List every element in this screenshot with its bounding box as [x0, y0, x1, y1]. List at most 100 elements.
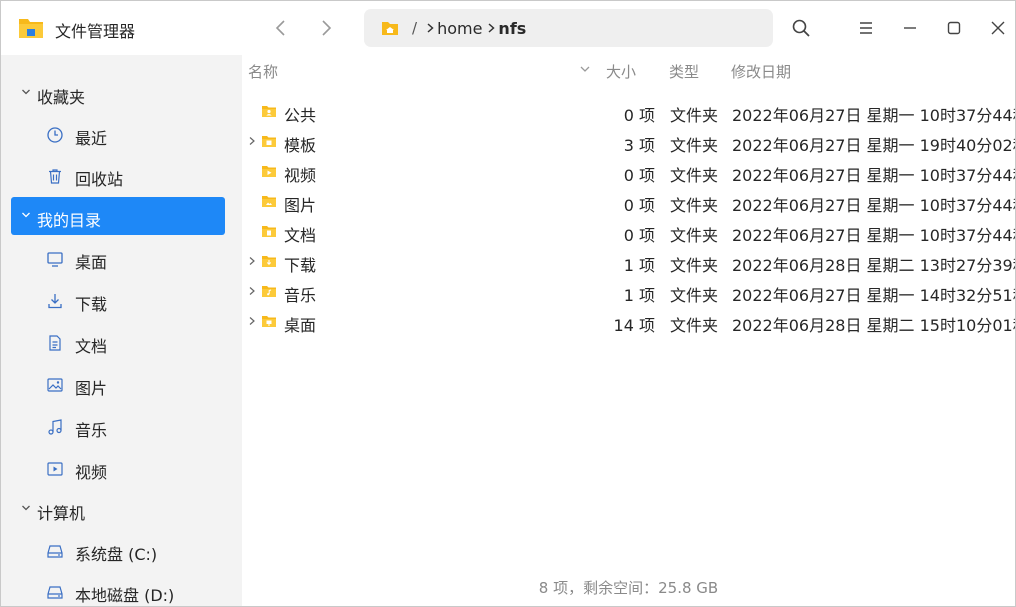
- sidebar-item-label: 回收站: [75, 170, 124, 189]
- back-button[interactable]: [269, 16, 293, 40]
- file-name: 音乐: [284, 286, 317, 305]
- file-modified-date: 2022年06月27日 星期一 19时40分02秒: [732, 136, 1016, 155]
- sidebar-item-recent[interactable]: 最近: [11, 115, 225, 153]
- sidebar-item-pictures[interactable]: 图片: [11, 365, 225, 403]
- file-name: 文档: [284, 226, 317, 245]
- breadcrumb-home[interactable]: home: [437, 19, 482, 38]
- file-modified-date: 2022年06月28日 星期二 13时27分39秒: [732, 256, 1016, 275]
- sidebar-item-desktop[interactable]: 桌面: [11, 239, 225, 277]
- chevron-down-icon: [21, 87, 31, 97]
- clock-icon: [46, 126, 64, 144]
- file-manager-app-icon: [18, 16, 44, 40]
- chevron-right-icon[interactable]: [248, 136, 256, 146]
- sidebar-item-downloads[interactable]: 下载: [11, 281, 225, 319]
- file-row[interactable]: 音乐 1 项文件夹 2022年06月27日 星期一 14时32分51秒: [242, 277, 1015, 307]
- file-size: 0 项: [623, 106, 655, 125]
- sidebar-item-music[interactable]: 音乐: [11, 407, 225, 445]
- breadcrumb-nfs[interactable]: nfs: [498, 19, 526, 38]
- file-name: 下载: [284, 256, 317, 275]
- chevron-right-icon[interactable]: [248, 286, 256, 296]
- minimize-button[interactable]: [897, 15, 923, 41]
- sidebar-group-favorites[interactable]: 收藏夹: [11, 74, 225, 112]
- chevron-right-icon: [322, 20, 332, 36]
- folder-icon: [261, 285, 277, 298]
- column-header-size[interactable]: 大小: [606, 61, 636, 82]
- file-modified-date: 2022年06月27日 星期一 14时32分51秒: [732, 286, 1016, 305]
- trash-icon: [46, 167, 64, 185]
- sort-chevron-down-icon[interactable]: [580, 65, 590, 73]
- folder-icon: [261, 165, 277, 178]
- title-bar: 文件管理器 / home nfs: [1, 1, 1015, 55]
- file-row[interactable]: 桌面 14 项文件夹 2022年06月28日 星期二 15时10分01秒: [242, 307, 1015, 337]
- desktop-icon: [46, 250, 64, 268]
- chevron-right-icon[interactable]: [248, 256, 256, 266]
- sidebar-item-drive-d[interactable]: 本地磁盘 (D:): [11, 572, 225, 606]
- image-icon: [46, 376, 64, 394]
- file-row[interactable]: 图片 0 项文件夹 2022年06月27日 星期一 10时37分44秒: [242, 187, 1015, 217]
- sidebar-item-drive-c[interactable]: 系统盘 (C:): [11, 531, 225, 569]
- file-row[interactable]: 下载 1 项文件夹 2022年06月28日 星期二 13时27分39秒: [242, 247, 1015, 277]
- folder-icon: [261, 195, 277, 208]
- sidebar-item-videos[interactable]: 视频: [11, 449, 225, 487]
- sidebar-group-computer[interactable]: 计算机: [11, 490, 225, 528]
- file-size: 0 项: [623, 226, 655, 245]
- file-modified-date: 2022年06月28日 星期二 15时10分01秒: [732, 316, 1016, 335]
- sidebar-item-label: 桌面: [75, 253, 108, 272]
- home-folder-icon[interactable]: [381, 20, 399, 36]
- file-size: 1 项: [623, 286, 655, 305]
- menu-button[interactable]: [853, 15, 879, 41]
- drive-icon: [46, 542, 64, 560]
- folder-icon: [261, 105, 277, 118]
- forward-button[interactable]: [314, 16, 338, 40]
- file-row[interactable]: 公共 0 项文件夹 2022年06月27日 星期一 10时37分44秒: [242, 97, 1015, 127]
- chevron-right-icon[interactable]: [248, 316, 256, 326]
- column-header-modified[interactable]: 修改日期: [731, 61, 791, 82]
- file-name: 公共: [284, 106, 317, 125]
- file-modified-date: 2022年06月27日 星期一 10时37分44秒: [732, 196, 1016, 215]
- sidebar-group-label: 收藏夹: [37, 88, 86, 107]
- sidebar-item-trash[interactable]: 回收站: [11, 156, 225, 194]
- sidebar-item-label: 系统盘 (C:): [75, 545, 158, 564]
- status-bar: 8 项，剩余空间：25.8 GB: [538, 579, 719, 597]
- file-modified-date: 2022年06月27日 星期一 10时37分44秒: [732, 106, 1016, 125]
- column-header-type[interactable]: 类型: [669, 61, 699, 82]
- music-icon: [46, 418, 64, 436]
- file-row[interactable]: 视频 0 项文件夹 2022年06月27日 星期一 10时37分44秒: [242, 157, 1015, 187]
- window-title: 文件管理器: [55, 22, 136, 41]
- sidebar-group-label: 我的目录: [37, 211, 102, 230]
- close-icon: [991, 21, 1005, 35]
- file-name: 模板: [284, 136, 317, 155]
- file-type: 文件夹: [670, 256, 719, 275]
- download-icon: [46, 292, 64, 310]
- folder-icon: [261, 135, 277, 148]
- file-manager-window: 文件管理器 / home nfs 收藏夹 最近 回收站 我的目录 桌面 下载 文…: [0, 0, 1016, 607]
- file-type: 文件夹: [670, 106, 719, 125]
- folder-icon: [261, 315, 277, 328]
- sidebar-item-label: 最近: [75, 129, 108, 148]
- file-row[interactable]: 文档 0 项文件夹 2022年06月27日 星期一 10时37分44秒: [242, 217, 1015, 247]
- chevron-right-icon: [427, 23, 434, 33]
- sidebar-group-my-directory[interactable]: 我的目录: [11, 197, 225, 235]
- file-type: 文件夹: [670, 196, 719, 215]
- hamburger-menu-icon: [860, 22, 872, 34]
- folder-icon: [261, 255, 277, 268]
- breadcrumb-root[interactable]: /: [412, 19, 417, 37]
- file-list-view: 名称 大小 类型 修改日期 公共 0 项文件夹 2022年06月27日 星期一 10…: [242, 55, 1015, 606]
- file-size: 3 项: [623, 136, 655, 155]
- file-type: 文件夹: [670, 136, 719, 155]
- file-row[interactable]: 模板 3 项文件夹 2022年06月27日 星期一 19时40分02秒: [242, 127, 1015, 157]
- file-size: 14 项: [613, 316, 655, 335]
- file-name: 视频: [284, 166, 317, 185]
- sidebar-item-documents[interactable]: 文档: [11, 323, 225, 361]
- search-button[interactable]: [788, 15, 814, 41]
- video-icon: [46, 460, 64, 478]
- sidebar-group-label: 计算机: [37, 504, 86, 523]
- address-bar[interactable]: / home nfs: [364, 9, 773, 47]
- column-header-name[interactable]: 名称: [248, 61, 278, 82]
- maximize-button[interactable]: [941, 15, 967, 41]
- file-type: 文件夹: [670, 316, 719, 335]
- file-type: 文件夹: [670, 286, 719, 305]
- folder-icon: [261, 225, 277, 238]
- close-button[interactable]: [985, 15, 1011, 41]
- file-size: 0 项: [623, 166, 655, 185]
